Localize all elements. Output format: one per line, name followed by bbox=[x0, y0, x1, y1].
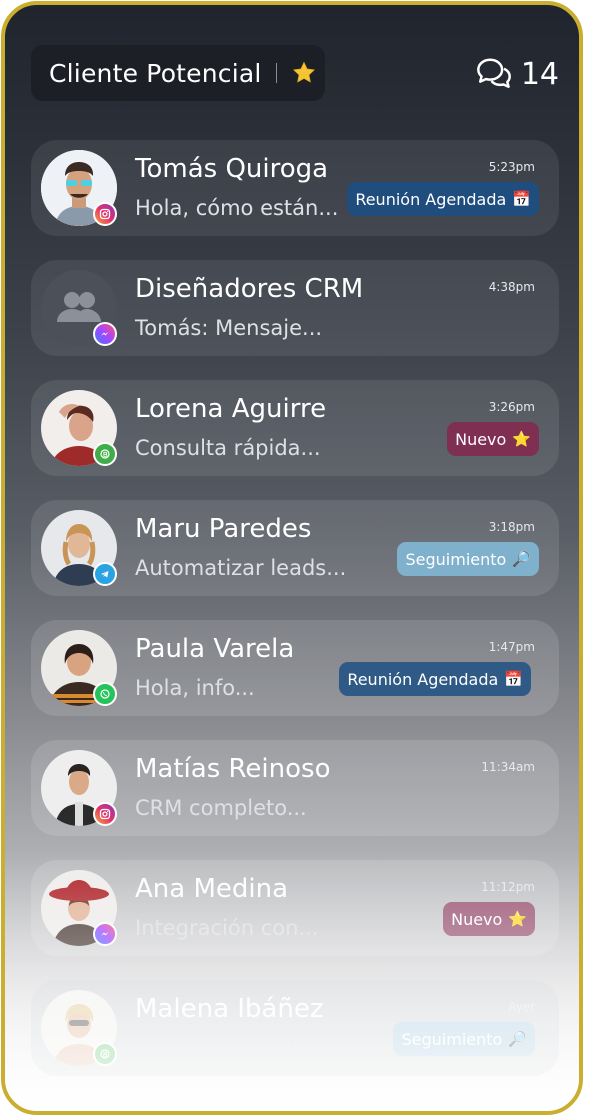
timestamp: 5:23pm bbox=[488, 160, 535, 174]
status-label: Reunión Agendada bbox=[355, 189, 507, 209]
instagram-icon bbox=[93, 202, 117, 226]
contact-name: Lorena Aguirre bbox=[135, 394, 327, 424]
status-label: Reunión Agendada bbox=[347, 669, 499, 689]
status-badge[interactable]: Nuevo ⭐ bbox=[443, 902, 535, 936]
timestamp: 1:47pm bbox=[488, 640, 535, 654]
timestamp: 3:18pm bbox=[488, 520, 535, 534]
message-preview: Integración con... bbox=[135, 916, 319, 940]
conversation-item[interactable]: Ana Medina Integración con... 11:12pm Nu… bbox=[31, 860, 559, 956]
message-preview: Estoy interesada... bbox=[135, 1036, 331, 1060]
messenger-icon bbox=[93, 922, 117, 946]
contact-name: Tomás Quiroga bbox=[135, 154, 329, 184]
contact-name: Diseñadores CRM bbox=[135, 274, 364, 304]
message-preview: Consulta rápida... bbox=[135, 436, 321, 460]
status-badge[interactable]: Seguimiento 🔎 bbox=[393, 1022, 535, 1056]
filter-pill[interactable]: Cliente Potencial bbox=[31, 45, 325, 101]
instagram-icon bbox=[93, 802, 117, 826]
message-preview: Hola, cómo están... bbox=[135, 196, 339, 220]
calendar-icon: 📅 bbox=[504, 670, 523, 688]
status-label: Seguimiento bbox=[401, 1029, 503, 1049]
divider bbox=[275, 63, 277, 83]
conversation-item[interactable]: Paula Varela Hola, info... 1:47pm Reunió… bbox=[31, 620, 559, 716]
whatsapp-icon bbox=[93, 682, 117, 706]
contact-name: Maru Paredes bbox=[135, 514, 312, 544]
filter-title: Cliente Potencial bbox=[49, 58, 262, 88]
star-icon: ⭐ bbox=[512, 430, 531, 448]
message-preview: Automatizar leads... bbox=[135, 556, 347, 580]
message-preview: Hola, info... bbox=[135, 676, 255, 700]
star-icon bbox=[292, 61, 315, 83]
conversation-item[interactable]: Malena Ibáñez Estoy interesada... Ayer S… bbox=[31, 980, 559, 1076]
timestamp: 3:26pm bbox=[488, 400, 535, 414]
contact-name: Matías Reinoso bbox=[135, 754, 331, 784]
timestamp: 11:34am bbox=[481, 760, 535, 774]
message-preview: Tomás: Mensaje... bbox=[135, 316, 323, 340]
status-badge[interactable]: Reunión Agendada 📅 bbox=[347, 182, 539, 216]
contact-name: Ana Medina bbox=[135, 874, 289, 904]
star-icon: ⭐ bbox=[508, 910, 527, 928]
conversation-item[interactable]: Lorena Aguirre Consulta rápida... 3:26pm… bbox=[31, 380, 559, 476]
status-badge[interactable]: Reunión Agendada 📅 bbox=[339, 662, 531, 696]
chat-count-value: 14 bbox=[520, 56, 559, 92]
timestamp: 11:12pm bbox=[481, 880, 535, 894]
whatsapp-business-icon bbox=[93, 442, 117, 466]
magnifier-icon: 🔎 bbox=[512, 550, 531, 568]
status-label: Nuevo bbox=[455, 429, 507, 449]
inbox-frame: Cliente Potencial 14 Tomás Quiroga Hola,… bbox=[1, 1, 583, 1115]
message-preview: CRM completo... bbox=[135, 796, 307, 820]
calendar-icon: 📅 bbox=[512, 190, 531, 208]
conversation-item[interactable]: Diseñadores CRM Tomás: Mensaje... 4:38pm bbox=[31, 260, 559, 356]
status-badge[interactable]: Seguimiento 🔎 bbox=[397, 542, 539, 576]
timestamp: Ayer bbox=[508, 1000, 535, 1014]
status-label: Nuevo bbox=[451, 909, 503, 929]
contact-name: Malena Ibáñez bbox=[135, 994, 324, 1024]
timestamp: 4:38pm bbox=[488, 280, 535, 294]
magnifier-icon: 🔎 bbox=[508, 1030, 527, 1048]
chat-counter[interactable]: 14 bbox=[475, 55, 559, 93]
whatsapp-business-icon bbox=[93, 1042, 117, 1066]
status-label: Seguimiento bbox=[405, 549, 507, 569]
contact-name: Paula Varela bbox=[135, 634, 295, 664]
conversation-item[interactable]: Matías Reinoso CRM completo... 11:34am bbox=[31, 740, 559, 836]
conversation-item[interactable]: Tomás Quiroga Hola, cómo están... 5:23pm… bbox=[31, 140, 559, 236]
status-badge[interactable]: Nuevo ⭐ bbox=[447, 422, 539, 456]
conversation-item[interactable]: Maru Paredes Automatizar leads... 3:18pm… bbox=[31, 500, 559, 596]
chat-bubbles-icon bbox=[476, 58, 511, 88]
messenger-icon bbox=[93, 322, 117, 346]
telegram-icon bbox=[93, 562, 117, 586]
